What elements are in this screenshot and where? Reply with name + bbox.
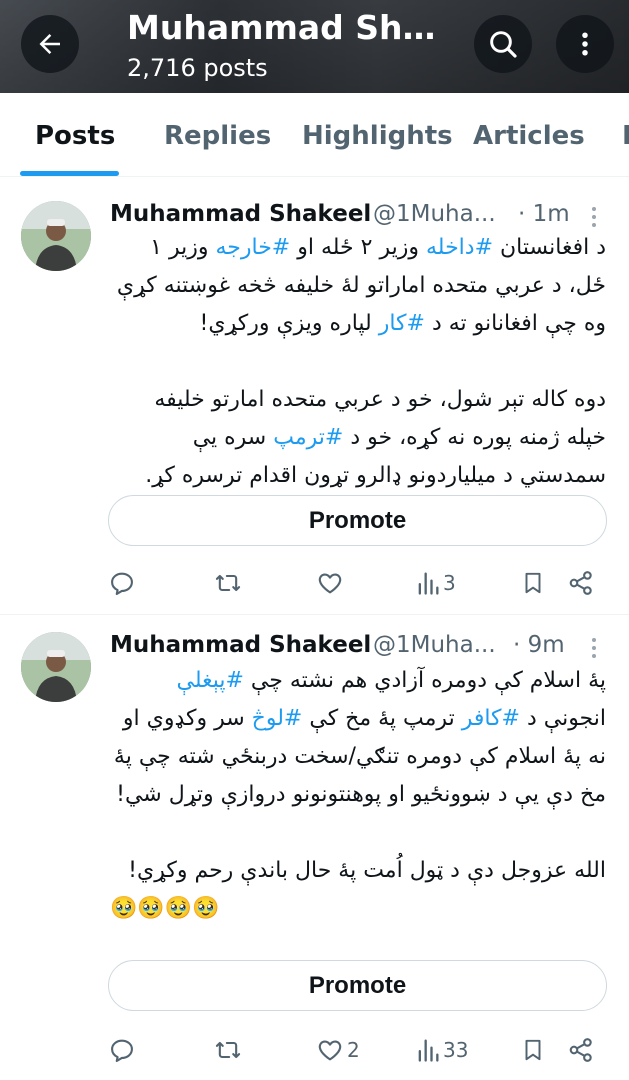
repost-button[interactable]	[214, 568, 245, 598]
post-text: پهٔ اسلام کې دومره آزادي هم نشته چې #پېغ…	[110, 662, 606, 928]
views-button[interactable]: 3	[416, 568, 456, 598]
hashtag-link[interactable]: #کار	[379, 311, 425, 336]
heart-icon	[318, 573, 342, 594]
tab-media[interactable]: M	[622, 121, 629, 151]
repost-icon	[215, 1041, 241, 1059]
bookmark-icon	[525, 1039, 541, 1061]
share-button[interactable]	[567, 1035, 595, 1065]
post-paragraph: دوه کاله تېر شول، خو د عربي متحده امارتو…	[145, 387, 606, 488]
post-timestamp[interactable]: · 9m	[513, 632, 565, 658]
share-icon	[569, 1038, 592, 1062]
back-button[interactable]	[21, 15, 79, 73]
tab-replies[interactable]: Replies	[164, 121, 271, 151]
reply-icon	[111, 572, 133, 596]
hashtag-link[interactable]: #لوڅ	[252, 706, 303, 731]
tab-articles[interactable]: Articles	[473, 121, 585, 151]
post-paragraph: د افغانستان #داخله وزیر ۲ ځله او #خارجه …	[116, 235, 606, 336]
views-icon	[418, 572, 439, 595]
like-button[interactable]	[316, 568, 347, 598]
post-paragraph: پهٔ اسلام کې دومره آزادي هم نشته چې #پېغ…	[113, 668, 606, 807]
avatar[interactable]	[21, 201, 91, 271]
like-button[interactable]: 2	[316, 1035, 360, 1065]
hashtag-link[interactable]: #داخله	[426, 235, 493, 260]
heart-icon	[318, 1040, 342, 1061]
avatar-photo	[21, 201, 91, 271]
bookmark-button[interactable]	[520, 1035, 546, 1065]
hashtag-link[interactable]: #خارجه	[215, 235, 290, 260]
tab-highlights[interactable]: Highlights	[302, 121, 453, 151]
profile-tabs: Posts Replies Highlights Articles M	[0, 93, 629, 177]
bookmark-icon	[525, 572, 541, 594]
reply-button[interactable]	[108, 1035, 139, 1065]
repost-button[interactable]	[214, 1035, 245, 1065]
hashtag-link[interactable]: #ترمپ	[273, 425, 343, 450]
promote-button[interactable]: Promote	[108, 495, 607, 546]
arrow-left-icon	[39, 34, 60, 54]
post-author-name[interactable]: Muhammad Shakeel	[110, 201, 371, 227]
more-vertical-icon	[582, 32, 588, 56]
profile-header: Muhammad Shak... 2,716 posts	[0, 0, 629, 93]
bookmark-button[interactable]	[520, 568, 546, 598]
hashtag-link[interactable]: #کافر	[462, 706, 520, 731]
tab-posts[interactable]: Posts	[35, 121, 115, 151]
promote-button[interactable]: Promote	[108, 960, 607, 1011]
more-button[interactable]	[556, 15, 614, 73]
post-paragraph: الله عزوجل دې د ټول اُمت پهٔ حال باندې ر…	[128, 858, 606, 883]
emoji-row: 🥹🥹🥹🥹	[110, 896, 220, 921]
avatar[interactable]	[21, 632, 91, 702]
share-icon	[569, 571, 592, 595]
views-button[interactable]: 33	[416, 1035, 468, 1065]
reply-button[interactable]	[108, 568, 139, 598]
post-author-handle[interactable]: @1Muha...	[373, 201, 496, 227]
post-more-icon[interactable]	[591, 206, 597, 228]
search-button[interactable]	[474, 15, 532, 73]
post-timestamp[interactable]: · 1m	[518, 201, 570, 227]
repost-icon	[215, 574, 241, 592]
post-more-icon[interactable]	[591, 637, 597, 659]
post-author-name[interactable]: Muhammad Shakeel	[110, 632, 371, 658]
avatar-photo	[21, 632, 91, 702]
post-divider	[0, 614, 629, 615]
hashtag-link[interactable]: #پېغلې	[176, 668, 243, 693]
posts-count: 2,716 posts	[127, 54, 268, 82]
active-tab-indicator	[20, 171, 119, 176]
views-icon	[418, 1039, 439, 1062]
reply-icon	[111, 1039, 133, 1063]
search-icon	[490, 31, 517, 58]
post-text: د افغانستان #داخله وزیر ۲ ځله او #خارجه …	[110, 229, 606, 495]
share-button[interactable]	[567, 568, 595, 598]
post-author-handle[interactable]: @1Muha...	[373, 632, 496, 658]
profile-title: Muhammad Shak...	[127, 8, 457, 47]
